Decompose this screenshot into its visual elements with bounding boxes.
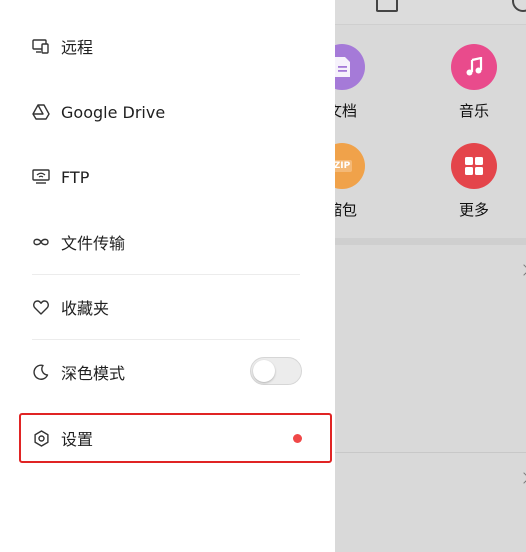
- category-more[interactable]: 更多: [429, 143, 519, 220]
- dark-mode-toggle[interactable]: [250, 357, 302, 385]
- drawer-item-remote[interactable]: 远程: [32, 24, 302, 68]
- screen: 文档 音乐 ZIP 缩包 更多 远程 Google Drive FTP 文件传输…: [0, 0, 526, 552]
- remote-device-icon: [32, 37, 50, 55]
- drawer-item-dark-mode[interactable]: 深色模式: [32, 350, 302, 394]
- music-note-icon: [451, 44, 497, 90]
- toolbar-circle-icon: [512, 0, 526, 12]
- google-drive-icon: [32, 103, 50, 121]
- drawer-item-label: 远程: [61, 38, 94, 57]
- heart-icon: [32, 298, 50, 316]
- toolbar-square-icon: [376, 0, 398, 12]
- chevron-right-icon: [518, 472, 526, 484]
- drawer-item-label: 收藏夹: [61, 299, 110, 318]
- drawer-item-favorites[interactable]: 收藏夹: [32, 285, 302, 329]
- drawer-item-file-transfer[interactable]: 文件传输: [32, 220, 302, 264]
- drawer-item-label: 文件传输: [61, 234, 126, 253]
- settings-highlight-annotation: [19, 413, 332, 463]
- toggle-knob: [253, 360, 275, 382]
- drawer-item-label: Google Drive: [61, 102, 166, 122]
- drawer-item-label: FTP: [61, 167, 90, 187]
- infinity-icon: [32, 233, 50, 251]
- drawer-item-label: 深色模式: [61, 364, 126, 383]
- chevron-right-icon: [518, 264, 526, 276]
- navigation-drawer: 远程 Google Drive FTP 文件传输 收藏夹 深色模式 设置: [0, 0, 335, 552]
- category-label: 音乐: [458, 102, 489, 120]
- ftp-icon: [32, 168, 50, 186]
- drawer-item-google-drive[interactable]: Google Drive: [32, 90, 302, 134]
- drawer-divider: [32, 274, 300, 275]
- drawer-item-ftp[interactable]: FTP: [32, 155, 302, 199]
- drawer-divider: [32, 339, 300, 340]
- moon-icon: [32, 363, 50, 381]
- category-music[interactable]: 音乐: [429, 44, 519, 121]
- grid-icon: [451, 143, 497, 189]
- category-label: 更多: [458, 201, 489, 219]
